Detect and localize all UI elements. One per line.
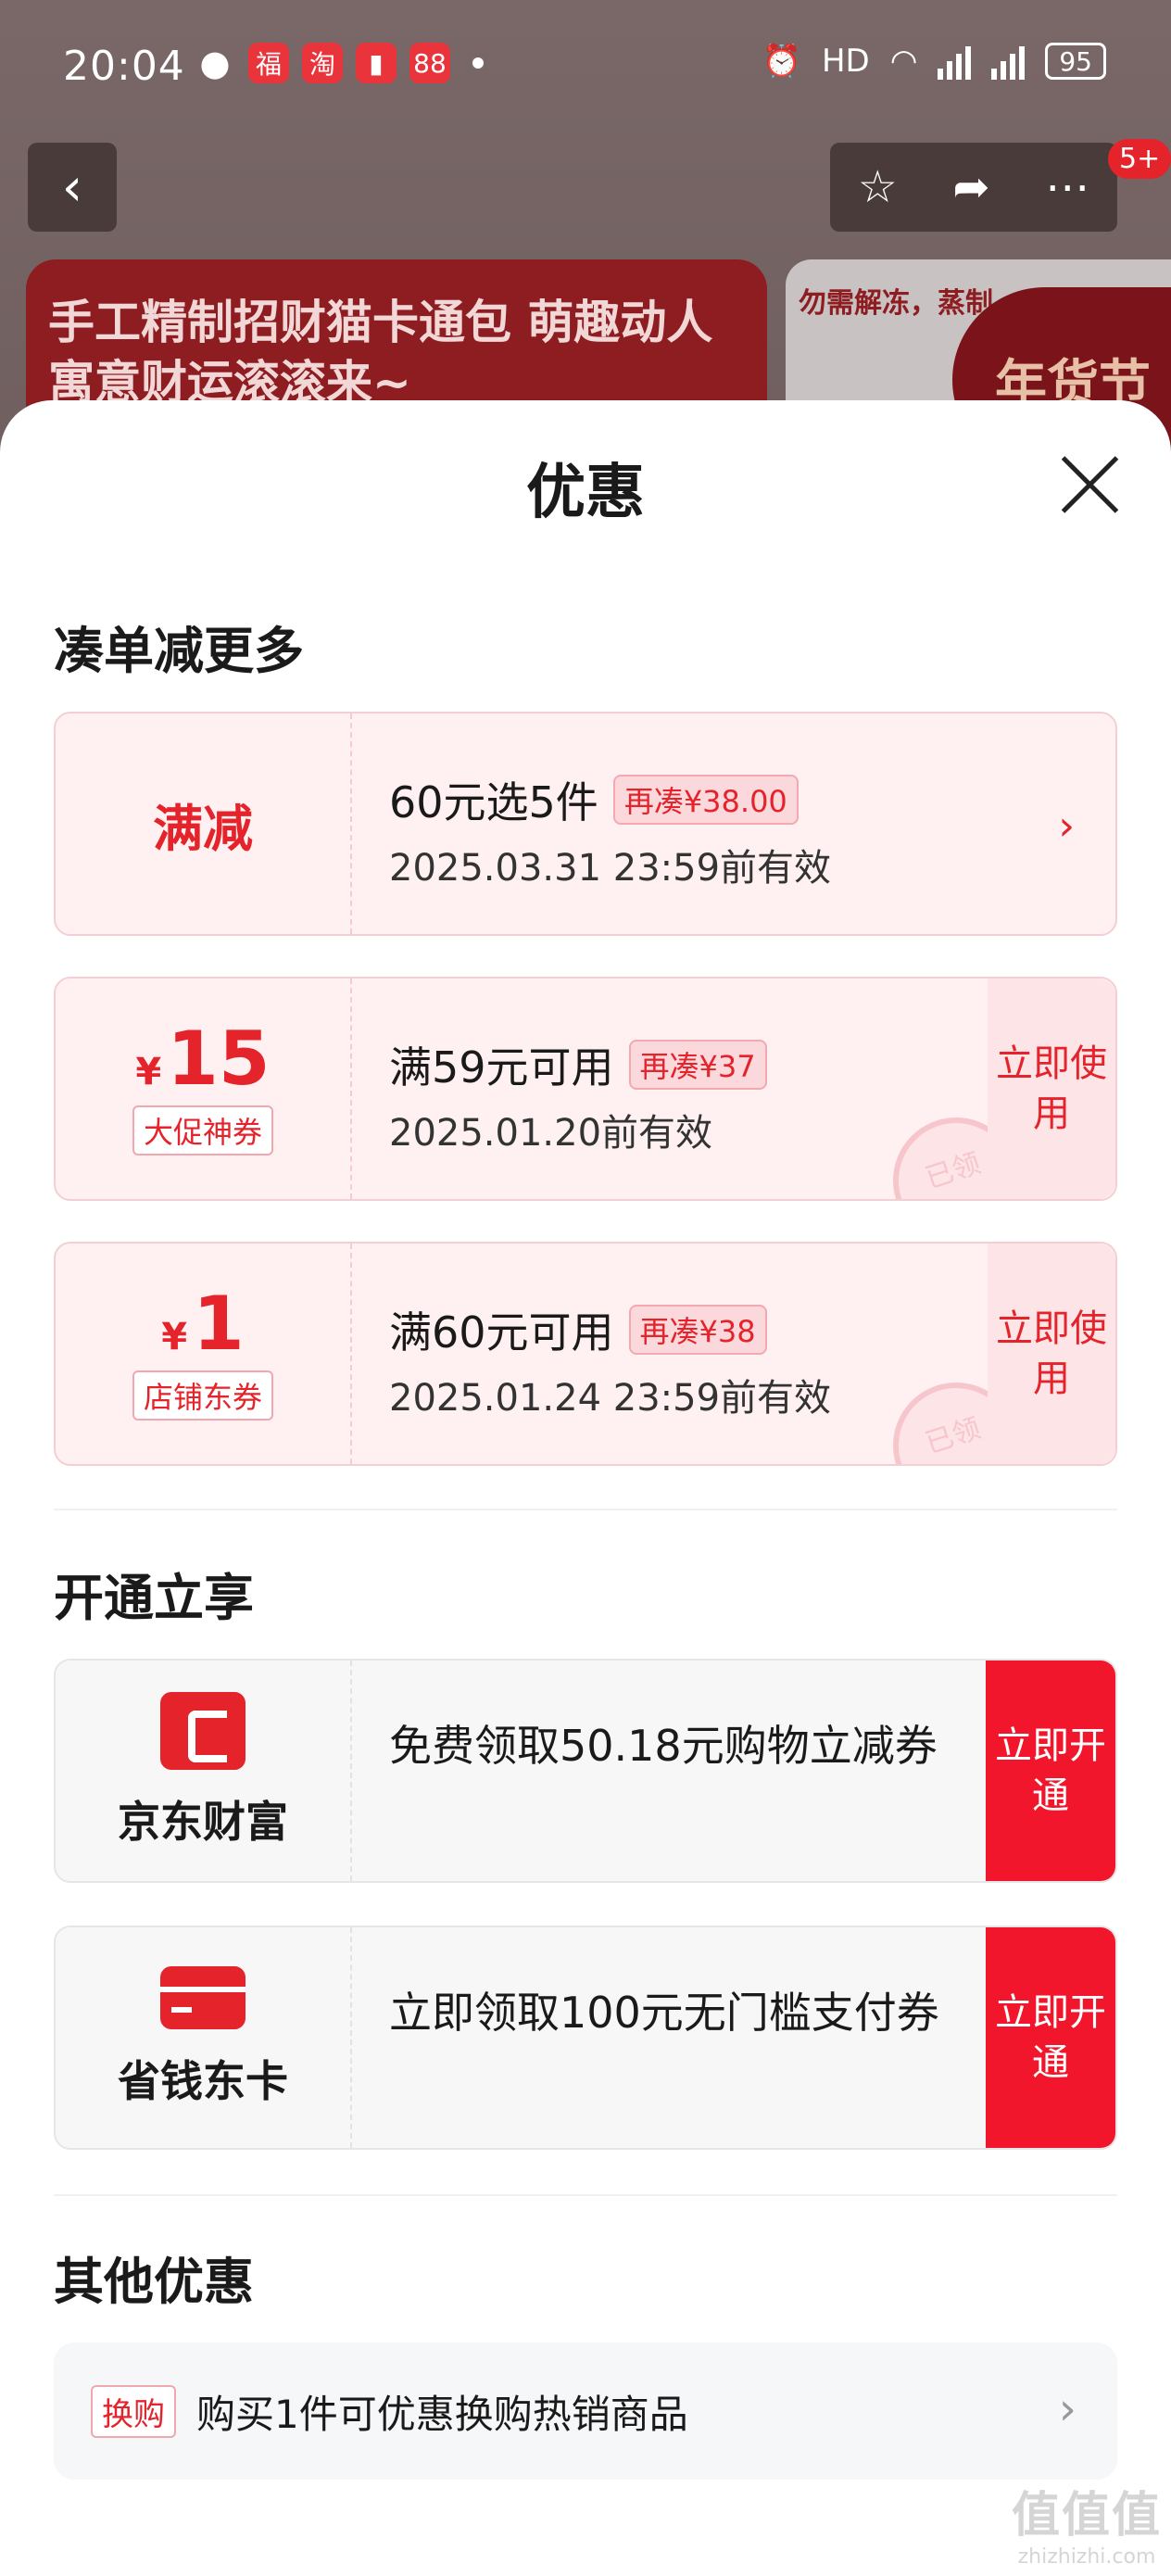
back-button[interactable]: ‹ — [28, 143, 117, 232]
signal-icon — [938, 43, 972, 80]
star-icon[interactable]: ☆ — [858, 161, 898, 213]
open-benefit-card: 省钱东卡 立即领取100元无门槛支付券 立即开通 — [54, 1926, 1117, 2150]
coupon-info: 满60元可用 再凑¥38 2025.01.24 23:59前有效 — [389, 1299, 976, 1421]
chevron-right-icon: › — [1058, 2383, 1077, 2435]
coupon-amount-value: 15 — [167, 1016, 271, 1102]
coupon-card[interactable]: 满减 60元选5件 再凑¥38.00 2025.03.31 23:59前有效 › — [54, 712, 1117, 936]
coupon-info: 满59元可用 再凑¥37 2025.01.20前有效 — [389, 1034, 976, 1156]
currency-symbol: ¥ — [135, 1051, 162, 1093]
coupon-type-tag: 大促神券 — [132, 1105, 273, 1155]
divider — [54, 2194, 1117, 2196]
app-icon: 福 — [248, 43, 289, 83]
benefit-text: 立即领取100元无门槛支付券 — [389, 1988, 939, 2038]
watermark-url: zhizhizhi.com — [1017, 2545, 1156, 2569]
status-indicators: ⏰ HD ◠ 95 — [762, 43, 1106, 80]
app-icon: ▮ — [356, 43, 397, 83]
coupon-card: ¥15 大促神券 满59元可用 再凑¥37 2025.01.20前有效 已领 立即… — [54, 977, 1117, 1201]
brand-block: 省钱东卡 — [56, 1927, 352, 2148]
coupon-validity: 2025.01.24 23:59前有效 — [389, 1377, 832, 1420]
exchange-tag: 换购 — [91, 2384, 176, 2438]
status-bar: 20:04 ● 福 淘 ▮ 88 ⏰ HD ◠ 95 — [0, 0, 1171, 139]
brand-name: 京东财富 — [118, 1797, 288, 1847]
status-time: 20:04 — [63, 43, 185, 90]
nav-actions: ☆ ➦ ⋯ — [830, 143, 1117, 232]
watermark-logo: 值值值 — [1011, 2488, 1162, 2544]
coupon-condition: 满60元可用 — [389, 1307, 614, 1357]
coupon-amount-value: 1 — [193, 1281, 245, 1367]
signal-icon — [991, 43, 1026, 80]
battery-icon: 95 — [1045, 43, 1106, 80]
app-icon: 88 — [409, 43, 450, 83]
chevron-right-icon: › — [1058, 802, 1075, 850]
discount-sheet: 优惠 凑单减更多 满减 60元选5件 再凑¥38.00 2025.03.31 23… — [0, 400, 1171, 2576]
coupon-validity: 2025.03.31 23:59前有效 — [389, 847, 832, 890]
use-now-button[interactable]: 立即使用 — [988, 1244, 1115, 1464]
coupon-gap-tag: 再凑¥37 — [628, 1040, 767, 1090]
coupon-condition: 60元选5件 — [389, 777, 598, 827]
divider — [54, 1509, 1117, 1510]
wechat-icon: ● — [199, 43, 231, 83]
close-icon[interactable] — [1058, 452, 1123, 517]
coupon-card: ¥1 店铺东券 满60元可用 再凑¥38 2025.01.24 23:59前有效 … — [54, 1242, 1117, 1466]
exchange-offer-row[interactable]: 换购 购买1件可优惠换购热销商品 › — [54, 2342, 1117, 2480]
open-now-button[interactable]: 立即开通 — [986, 1661, 1115, 1881]
watermark: 值值值 zhizhizhi.com — [1012, 2476, 1162, 2569]
coupon-left: ¥1 店铺东券 — [56, 1244, 352, 1464]
exchange-offer-text: 购买1件可优惠换购热销商品 — [196, 2391, 688, 2437]
bank-card-icon — [160, 1966, 246, 2029]
share-icon[interactable]: ➦ — [952, 161, 989, 213]
section-title-open-benefits: 开通立享 — [54, 1569, 254, 1627]
open-now-button[interactable]: 立即开通 — [986, 1927, 1115, 2148]
taobao-icon: 淘 — [302, 43, 343, 83]
coupon-validity: 2025.01.20前有效 — [389, 1112, 713, 1155]
brand-block: 京东财富 — [56, 1661, 352, 1881]
section-title-more-discount: 凑单减更多 — [54, 622, 304, 680]
coupon-amount: ¥1 — [161, 1287, 245, 1361]
coupon-condition: 满59元可用 — [389, 1042, 614, 1092]
more-notifications-dot — [472, 57, 484, 69]
coupon-left: 满减 — [56, 713, 352, 934]
hd-icon: HD — [821, 43, 870, 80]
jd-finance-icon — [160, 1692, 246, 1770]
coupon-info: 60元选5件 再凑¥38.00 2025.03.31 23:59前有效 — [389, 769, 976, 891]
coupon-type-label: 满减 — [153, 799, 253, 858]
status-app-icons: ● 福 淘 ▮ 88 — [195, 43, 484, 83]
currency-symbol: ¥ — [161, 1316, 188, 1358]
message-badge: 5+ — [1108, 139, 1171, 179]
coupon-amount: ¥15 — [135, 1022, 270, 1096]
chevron-left-icon: ‹ — [61, 157, 83, 218]
coupon-type-tag: 店铺东券 — [132, 1370, 273, 1421]
section-title-other-discount: 其他优惠 — [54, 2253, 254, 2311]
open-benefit-card: 京东财富 免费领取50.18元购物立减券 立即开通 — [54, 1659, 1117, 1883]
brand-name: 省钱东卡 — [118, 2056, 288, 2106]
alarm-icon: ⏰ — [762, 43, 801, 80]
wifi-icon: ◠ — [889, 43, 918, 80]
more-icon[interactable]: ⋯ — [1045, 161, 1089, 213]
benefit-text: 免费领取50.18元购物立减券 — [389, 1721, 938, 1771]
sheet-title: 优惠 — [526, 459, 645, 527]
use-now-button[interactable]: 立即使用 — [988, 979, 1115, 1199]
coupon-left: ¥15 大促神券 — [56, 979, 352, 1199]
coupon-gap-tag: 再凑¥38 — [628, 1305, 767, 1355]
coupon-gap-tag: 再凑¥38.00 — [612, 775, 799, 825]
